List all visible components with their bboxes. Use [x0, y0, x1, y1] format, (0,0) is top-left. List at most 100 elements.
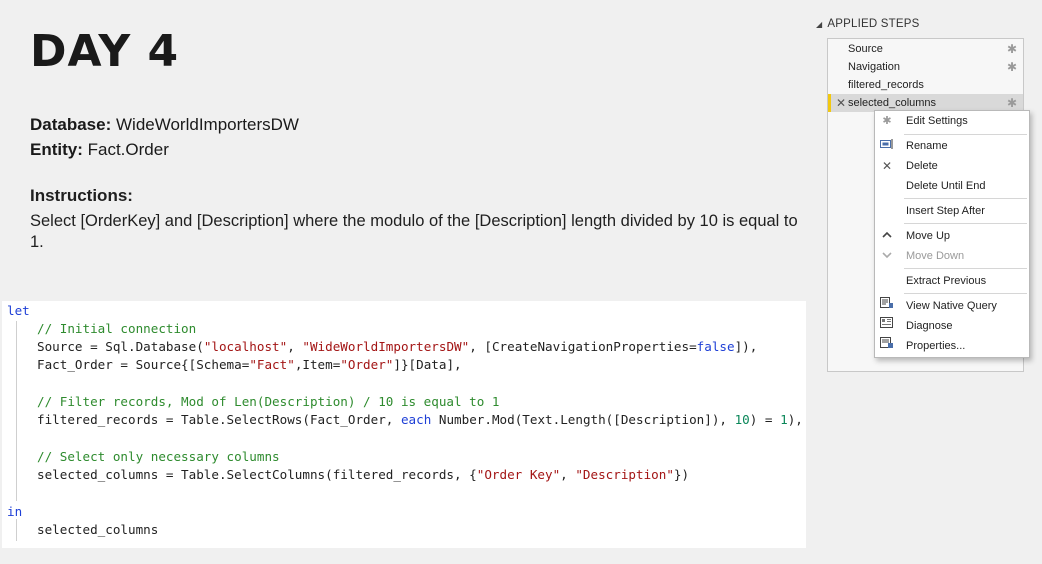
- step-source[interactable]: Source ✱: [828, 40, 1023, 58]
- code-line-comment: // Select only necessary columns: [37, 449, 280, 464]
- code-line-source: Source = Sql.Database("localhost", "Wide…: [37, 339, 757, 354]
- menu-item-label: Move Up: [906, 230, 951, 242]
- keyword-in: in: [7, 504, 23, 519]
- menu-item-label: Insert Step After: [906, 205, 985, 217]
- gear-icon[interactable]: ✱: [1007, 40, 1017, 58]
- code-text: ,: [560, 467, 576, 482]
- code-string: "Fact": [249, 357, 295, 372]
- menu-item-move-up[interactable]: Move Up: [875, 226, 1029, 246]
- menu-separator: [904, 268, 1027, 269]
- code-string: "Order Key": [476, 467, 561, 482]
- keyword-let: let: [7, 303, 30, 318]
- menu-item-label: Extract Previous: [906, 275, 987, 287]
- menu-separator: [904, 198, 1027, 199]
- diagnose-icon: [879, 316, 895, 336]
- menu-item-label: Edit Settings: [906, 115, 968, 127]
- code-comment: // Filter records, Mod of Len(Descriptio…: [37, 394, 500, 409]
- code-number: 10: [734, 412, 750, 427]
- code-text: ),: [787, 412, 803, 427]
- code-text: filtered_records = Table.SelectRows(Fact…: [37, 412, 401, 427]
- code-string: "Description": [575, 467, 674, 482]
- menu-item-label: Delete: [906, 160, 938, 172]
- entity-line: Entity: Fact.Order: [30, 137, 299, 162]
- delete-x-icon: ✕: [881, 159, 893, 173]
- code-indent-guide: [16, 321, 17, 501]
- applied-steps-header[interactable]: ◢ APPLIED STEPS: [816, 18, 919, 30]
- code-text: Number.Mod(Text.Length([Description]),: [431, 412, 735, 427]
- database-value: WideWorldImportersDW: [116, 115, 299, 134]
- gear-icon: ✱: [882, 115, 892, 127]
- database-line: Database: WideWorldImportersDW: [30, 112, 299, 137]
- menu-separator: [904, 134, 1027, 135]
- code-text: ) =: [749, 412, 781, 427]
- menu-separator: [904, 293, 1027, 294]
- code-text: ,Item=: [294, 357, 341, 372]
- code-string: "localhost": [203, 339, 288, 354]
- instructions-text: Select [OrderKey] and [Description] wher…: [30, 212, 798, 251]
- code-text: Fact_Order = Source{[Schema=: [37, 357, 250, 372]
- code-text: ,: [287, 339, 303, 354]
- code-line-comment: // Filter records, Mod of Len(Descriptio…: [37, 394, 500, 409]
- menu-item-label: Delete Until End: [906, 180, 986, 192]
- menu-separator: [904, 223, 1027, 224]
- gear-icon[interactable]: ✱: [1007, 58, 1017, 76]
- m-query-code-block: let // Initial connection Source = Sql.D…: [2, 301, 806, 548]
- step-filtered-records[interactable]: filtered_records: [828, 76, 1023, 94]
- page-title: DAY 4: [30, 26, 180, 77]
- step-context-menu: ✱ Edit Settings Rename ✕ Delete Delete U…: [874, 110, 1030, 358]
- menu-item-label: Move Down: [906, 250, 965, 262]
- code-text: selected_columns = Table.SelectColumns(f…: [37, 467, 477, 482]
- code-text: }): [673, 467, 690, 482]
- delete-step-icon[interactable]: ✕: [836, 94, 846, 112]
- properties-icon: [879, 336, 895, 356]
- menu-item-label: Rename: [906, 140, 948, 152]
- step-navigation[interactable]: Navigation ✱: [828, 58, 1023, 76]
- menu-item-diagnose[interactable]: Diagnose: [875, 316, 1029, 336]
- code-text: Source = Sql.Database(: [37, 339, 204, 354]
- menu-item-extract-previous[interactable]: Extract Previous: [875, 271, 1029, 291]
- dataset-info: Database: WideWorldImportersDW Entity: F…: [30, 112, 299, 162]
- menu-item-rename[interactable]: Rename: [875, 136, 1029, 156]
- code-number: 1: [780, 412, 788, 427]
- menu-item-move-down[interactable]: Move Down: [875, 246, 1029, 266]
- instructions-heading: Instructions:: [30, 186, 133, 205]
- keyword-false: false: [696, 339, 735, 354]
- code-string: "Order": [340, 357, 394, 372]
- code-comment: // Initial connection: [37, 321, 197, 336]
- step-label: selected_columns: [848, 97, 937, 109]
- code-line-select: selected_columns = Table.SelectColumns(f…: [37, 467, 689, 482]
- database-label: Database:: [30, 115, 112, 134]
- code-text: ]),: [734, 339, 758, 354]
- rename-icon: [879, 136, 895, 156]
- collapse-triangle-icon[interactable]: ◢: [816, 20, 822, 29]
- chevron-down-icon: [879, 246, 895, 266]
- step-label: Source: [848, 43, 883, 55]
- code-indent-guide: [16, 519, 17, 541]
- menu-item-delete-until-end[interactable]: Delete Until End: [875, 176, 1029, 196]
- applied-steps-title: APPLIED STEPS: [827, 18, 920, 30]
- code-text: , [CreateNavigationProperties=: [469, 339, 697, 354]
- step-label: filtered_records: [848, 79, 924, 91]
- menu-item-label: Properties...: [906, 340, 966, 352]
- menu-item-insert-step-after[interactable]: Insert Step After: [875, 201, 1029, 221]
- chevron-up-icon: [879, 226, 895, 246]
- code-line-let: let: [7, 303, 30, 318]
- entity-label: Entity:: [30, 140, 83, 159]
- entity-value: Fact.Order: [87, 140, 169, 159]
- code-line-fact-order: Fact_Order = Source{[Schema="Fact",Item=…: [37, 357, 462, 372]
- native-query-icon: [879, 296, 895, 316]
- menu-item-delete[interactable]: ✕ Delete: [875, 156, 1029, 176]
- code-line-filter: filtered_records = Table.SelectRows(Fact…: [37, 412, 803, 427]
- menu-item-edit-settings[interactable]: ✱ Edit Settings: [875, 111, 1029, 131]
- code-comment: // Select only necessary columns: [37, 449, 280, 464]
- code-line-in: in: [7, 504, 22, 519]
- menu-item-label: Diagnose: [906, 320, 953, 332]
- code-line-result: selected_columns: [37, 522, 158, 537]
- code-text: ]}[Data],: [393, 357, 462, 372]
- step-label: Navigation: [848, 61, 900, 73]
- menu-item-view-native-query[interactable]: View Native Query: [875, 296, 1029, 316]
- keyword-each: each: [400, 412, 432, 427]
- code-text: selected_columns: [37, 522, 159, 537]
- menu-item-properties[interactable]: Properties...: [875, 336, 1029, 356]
- code-line-comment: // Initial connection: [37, 321, 196, 336]
